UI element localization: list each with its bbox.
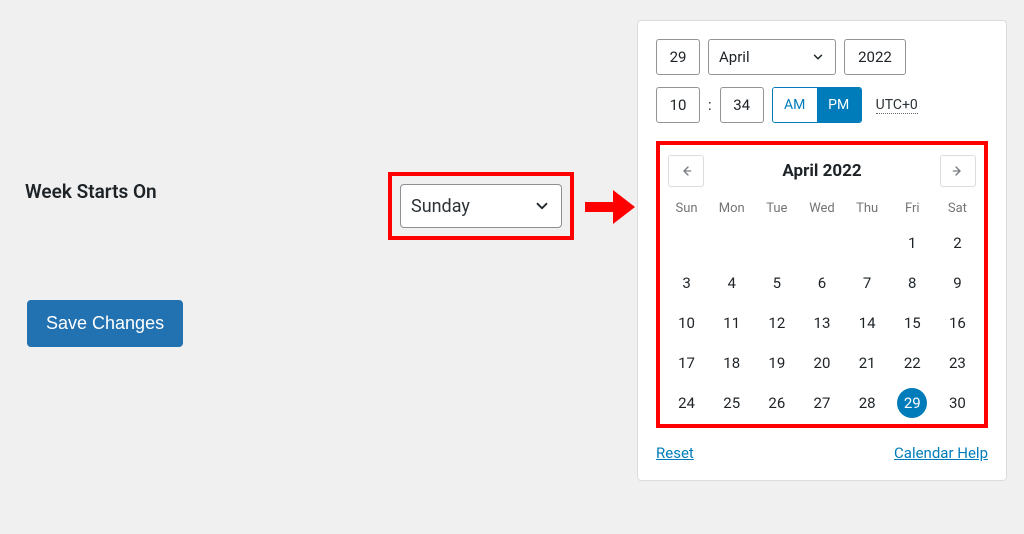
calendar-day[interactable]: 5 <box>754 266 799 300</box>
calendar-day[interactable]: 24 <box>664 386 709 420</box>
calendar-help-link[interactable]: Calendar Help <box>894 444 988 462</box>
calendar-day[interactable]: 18 <box>709 346 754 380</box>
calendar-day[interactable]: 16 <box>935 306 980 340</box>
calendar-day[interactable]: 15 <box>890 306 935 340</box>
calendar-prev-button[interactable] <box>668 155 704 187</box>
calendar-dow: Tue <box>754 197 799 220</box>
calendar-day[interactable]: 26 <box>754 386 799 420</box>
calendar-day[interactable]: 21 <box>845 346 890 380</box>
pm-button[interactable]: PM <box>817 88 861 122</box>
calendar-dow: Wed <box>799 197 844 220</box>
arrow-right-icon <box>585 190 635 224</box>
calendar-day[interactable]: 12 <box>754 306 799 340</box>
calendar-dow: Sun <box>664 197 709 220</box>
calendar-dow: Mon <box>709 197 754 220</box>
minute-input[interactable]: 34 <box>720 87 764 123</box>
calendar-dow: Thu <box>845 197 890 220</box>
calendar-day <box>754 226 799 260</box>
week-starts-select-value: Sunday <box>411 196 470 217</box>
calendar-next-button[interactable] <box>940 155 976 187</box>
calendar-day[interactable]: 2 <box>935 226 980 260</box>
calendar-day[interactable]: 29 <box>890 386 935 420</box>
month-select-value: April <box>719 48 750 66</box>
month-select[interactable]: April <box>708 39 836 75</box>
calendar-day[interactable]: 8 <box>890 266 935 300</box>
arrow-right-icon <box>950 163 966 179</box>
time-colon: : <box>708 96 712 114</box>
calendar-day[interactable]: 22 <box>890 346 935 380</box>
day-input[interactable]: 29 <box>656 39 700 75</box>
calendar-day[interactable]: 28 <box>845 386 890 420</box>
am-pm-toggle: AM PM <box>772 87 862 123</box>
calendar-day[interactable]: 6 <box>799 266 844 300</box>
calendar-day[interactable]: 3 <box>664 266 709 300</box>
calendar-day[interactable]: 1 <box>890 226 935 260</box>
calendar-day <box>664 226 709 260</box>
calendar-day[interactable]: 11 <box>709 306 754 340</box>
chevron-down-icon <box>533 197 551 215</box>
calendar-day[interactable]: 20 <box>799 346 844 380</box>
calendar-day[interactable]: 13 <box>799 306 844 340</box>
week-starts-select-highlight: Sunday <box>388 172 574 240</box>
calendar-day[interactable]: 7 <box>845 266 890 300</box>
calendar-day[interactable]: 17 <box>664 346 709 380</box>
calendar-day[interactable]: 10 <box>664 306 709 340</box>
calendar-dow: Fri <box>890 197 935 220</box>
arrow-left-icon <box>678 163 694 179</box>
calendar-day[interactable]: 25 <box>709 386 754 420</box>
reset-link[interactable]: Reset <box>656 444 694 462</box>
calendar-day[interactable]: 30 <box>935 386 980 420</box>
calendar-day[interactable]: 23 <box>935 346 980 380</box>
calendar-highlight: April 2022 SunMonTueWedThuFriSat12345678… <box>656 141 988 428</box>
calendar-day[interactable]: 19 <box>754 346 799 380</box>
save-changes-button[interactable]: Save Changes <box>27 300 183 347</box>
am-button[interactable]: AM <box>773 88 817 122</box>
year-input[interactable]: 2022 <box>844 39 906 75</box>
calendar-day <box>799 226 844 260</box>
calendar-dow: Sat <box>935 197 980 220</box>
calendar-day <box>845 226 890 260</box>
date-time-picker: 29 April 2022 10 : 34 AM PM UTC+0 April … <box>637 20 1007 481</box>
chevron-down-icon <box>811 50 825 64</box>
timezone-label: UTC+0 <box>876 97 918 114</box>
calendar-day[interactable]: 4 <box>709 266 754 300</box>
calendar-day[interactable]: 9 <box>935 266 980 300</box>
week-starts-on-label: Week Starts On <box>25 180 157 203</box>
week-starts-select[interactable]: Sunday <box>400 184 562 228</box>
calendar-title: April 2022 <box>782 161 861 181</box>
calendar-day[interactable]: 27 <box>799 386 844 420</box>
hour-input[interactable]: 10 <box>656 87 700 123</box>
calendar-day[interactable]: 14 <box>845 306 890 340</box>
calendar-day <box>709 226 754 260</box>
